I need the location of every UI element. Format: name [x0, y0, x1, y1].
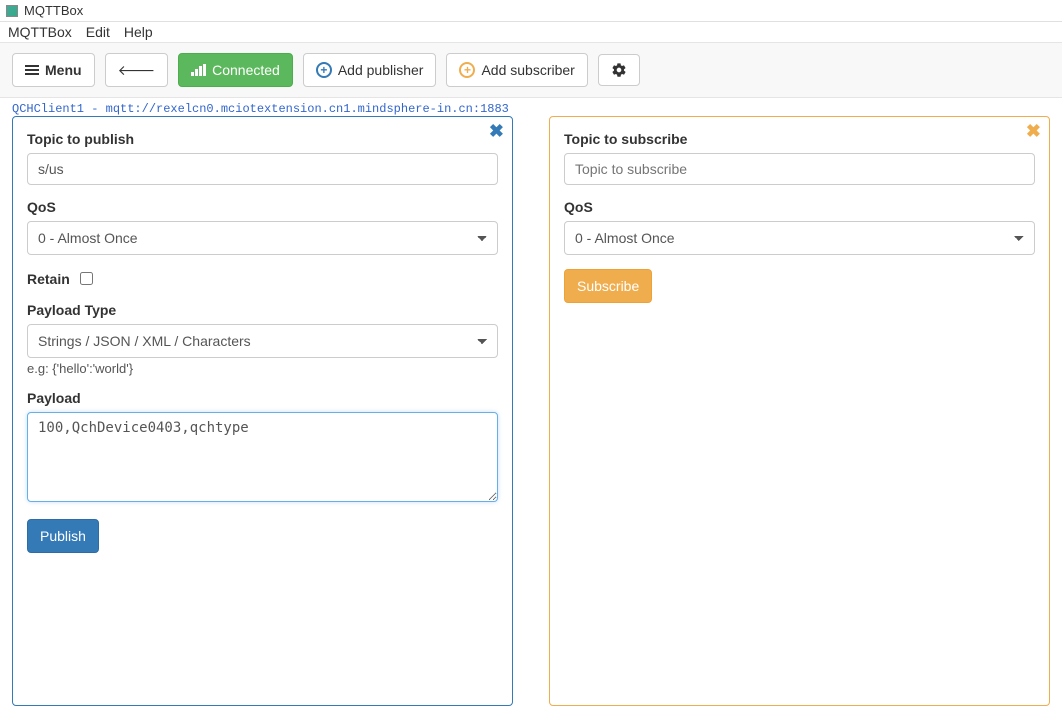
- menu-button-label: Menu: [45, 61, 82, 79]
- publish-button[interactable]: Publish: [27, 519, 99, 553]
- subscribe-button[interactable]: Subscribe: [564, 269, 652, 303]
- connected-button[interactable]: Connected: [178, 53, 293, 87]
- subscribe-qos-select[interactable]: 0 - Almost Once: [564, 221, 1035, 255]
- payload-type-hint: e.g: {'hello':'world'}: [27, 361, 498, 376]
- settings-button[interactable]: [598, 54, 640, 86]
- menu-edit[interactable]: Edit: [86, 24, 110, 40]
- app-icon: [6, 5, 18, 17]
- plus-icon: +: [316, 62, 332, 78]
- close-icon[interactable]: ✖: [1026, 121, 1041, 142]
- retain-checkbox[interactable]: [80, 272, 93, 285]
- hamburger-icon: [25, 65, 39, 75]
- menubar: MQTTBox Edit Help: [0, 22, 1062, 43]
- subscribe-topic-input[interactable]: [564, 153, 1035, 185]
- subscribe-topic-label: Topic to subscribe: [564, 131, 1035, 147]
- arrow-left-icon: 🡐: [118, 61, 156, 79]
- menu-help[interactable]: Help: [124, 24, 153, 40]
- connection-string: QCHClient1 - mqtt://rexelcn0.mciotextens…: [0, 98, 1062, 116]
- toolbar: Menu 🡐 Connected + Add publisher + Add s…: [0, 43, 1062, 98]
- retain-label: Retain: [27, 271, 70, 287]
- publish-qos-select[interactable]: 0 - Almost Once: [27, 221, 498, 255]
- publish-topic-label: Topic to publish: [27, 131, 498, 147]
- panels-row: ✖ Topic to publish QoS 0 - Almost Once R…: [0, 116, 1062, 718]
- back-button[interactable]: 🡐: [105, 53, 169, 87]
- add-publisher-label: Add publisher: [338, 61, 424, 79]
- publish-topic-input[interactable]: [27, 153, 498, 185]
- payload-type-label: Payload Type: [27, 302, 498, 318]
- close-icon[interactable]: ✖: [489, 121, 504, 142]
- subscribe-qos-label: QoS: [564, 199, 1035, 215]
- add-subscriber-button[interactable]: + Add subscriber: [446, 53, 587, 87]
- payload-label: Payload: [27, 390, 498, 406]
- publish-panel: ✖ Topic to publish QoS 0 - Almost Once R…: [12, 116, 513, 706]
- publish-qos-label: QoS: [27, 199, 498, 215]
- menu-app[interactable]: MQTTBox: [8, 24, 72, 40]
- plus-icon: +: [459, 62, 475, 78]
- add-publisher-button[interactable]: + Add publisher: [303, 53, 437, 87]
- add-subscriber-label: Add subscriber: [481, 61, 574, 79]
- subscribe-panel: ✖ Topic to subscribe QoS 0 - Almost Once…: [549, 116, 1050, 706]
- payload-type-select[interactable]: Strings / JSON / XML / Characters: [27, 324, 498, 358]
- payload-textarea[interactable]: 100,QchDevice0403,qchtype: [27, 412, 498, 502]
- gear-icon: [611, 62, 627, 78]
- signal-icon: [191, 64, 206, 76]
- connected-label: Connected: [212, 61, 280, 79]
- titlebar: MQTTBox: [0, 0, 1062, 22]
- menu-button[interactable]: Menu: [12, 53, 95, 87]
- window-title: MQTTBox: [24, 3, 83, 18]
